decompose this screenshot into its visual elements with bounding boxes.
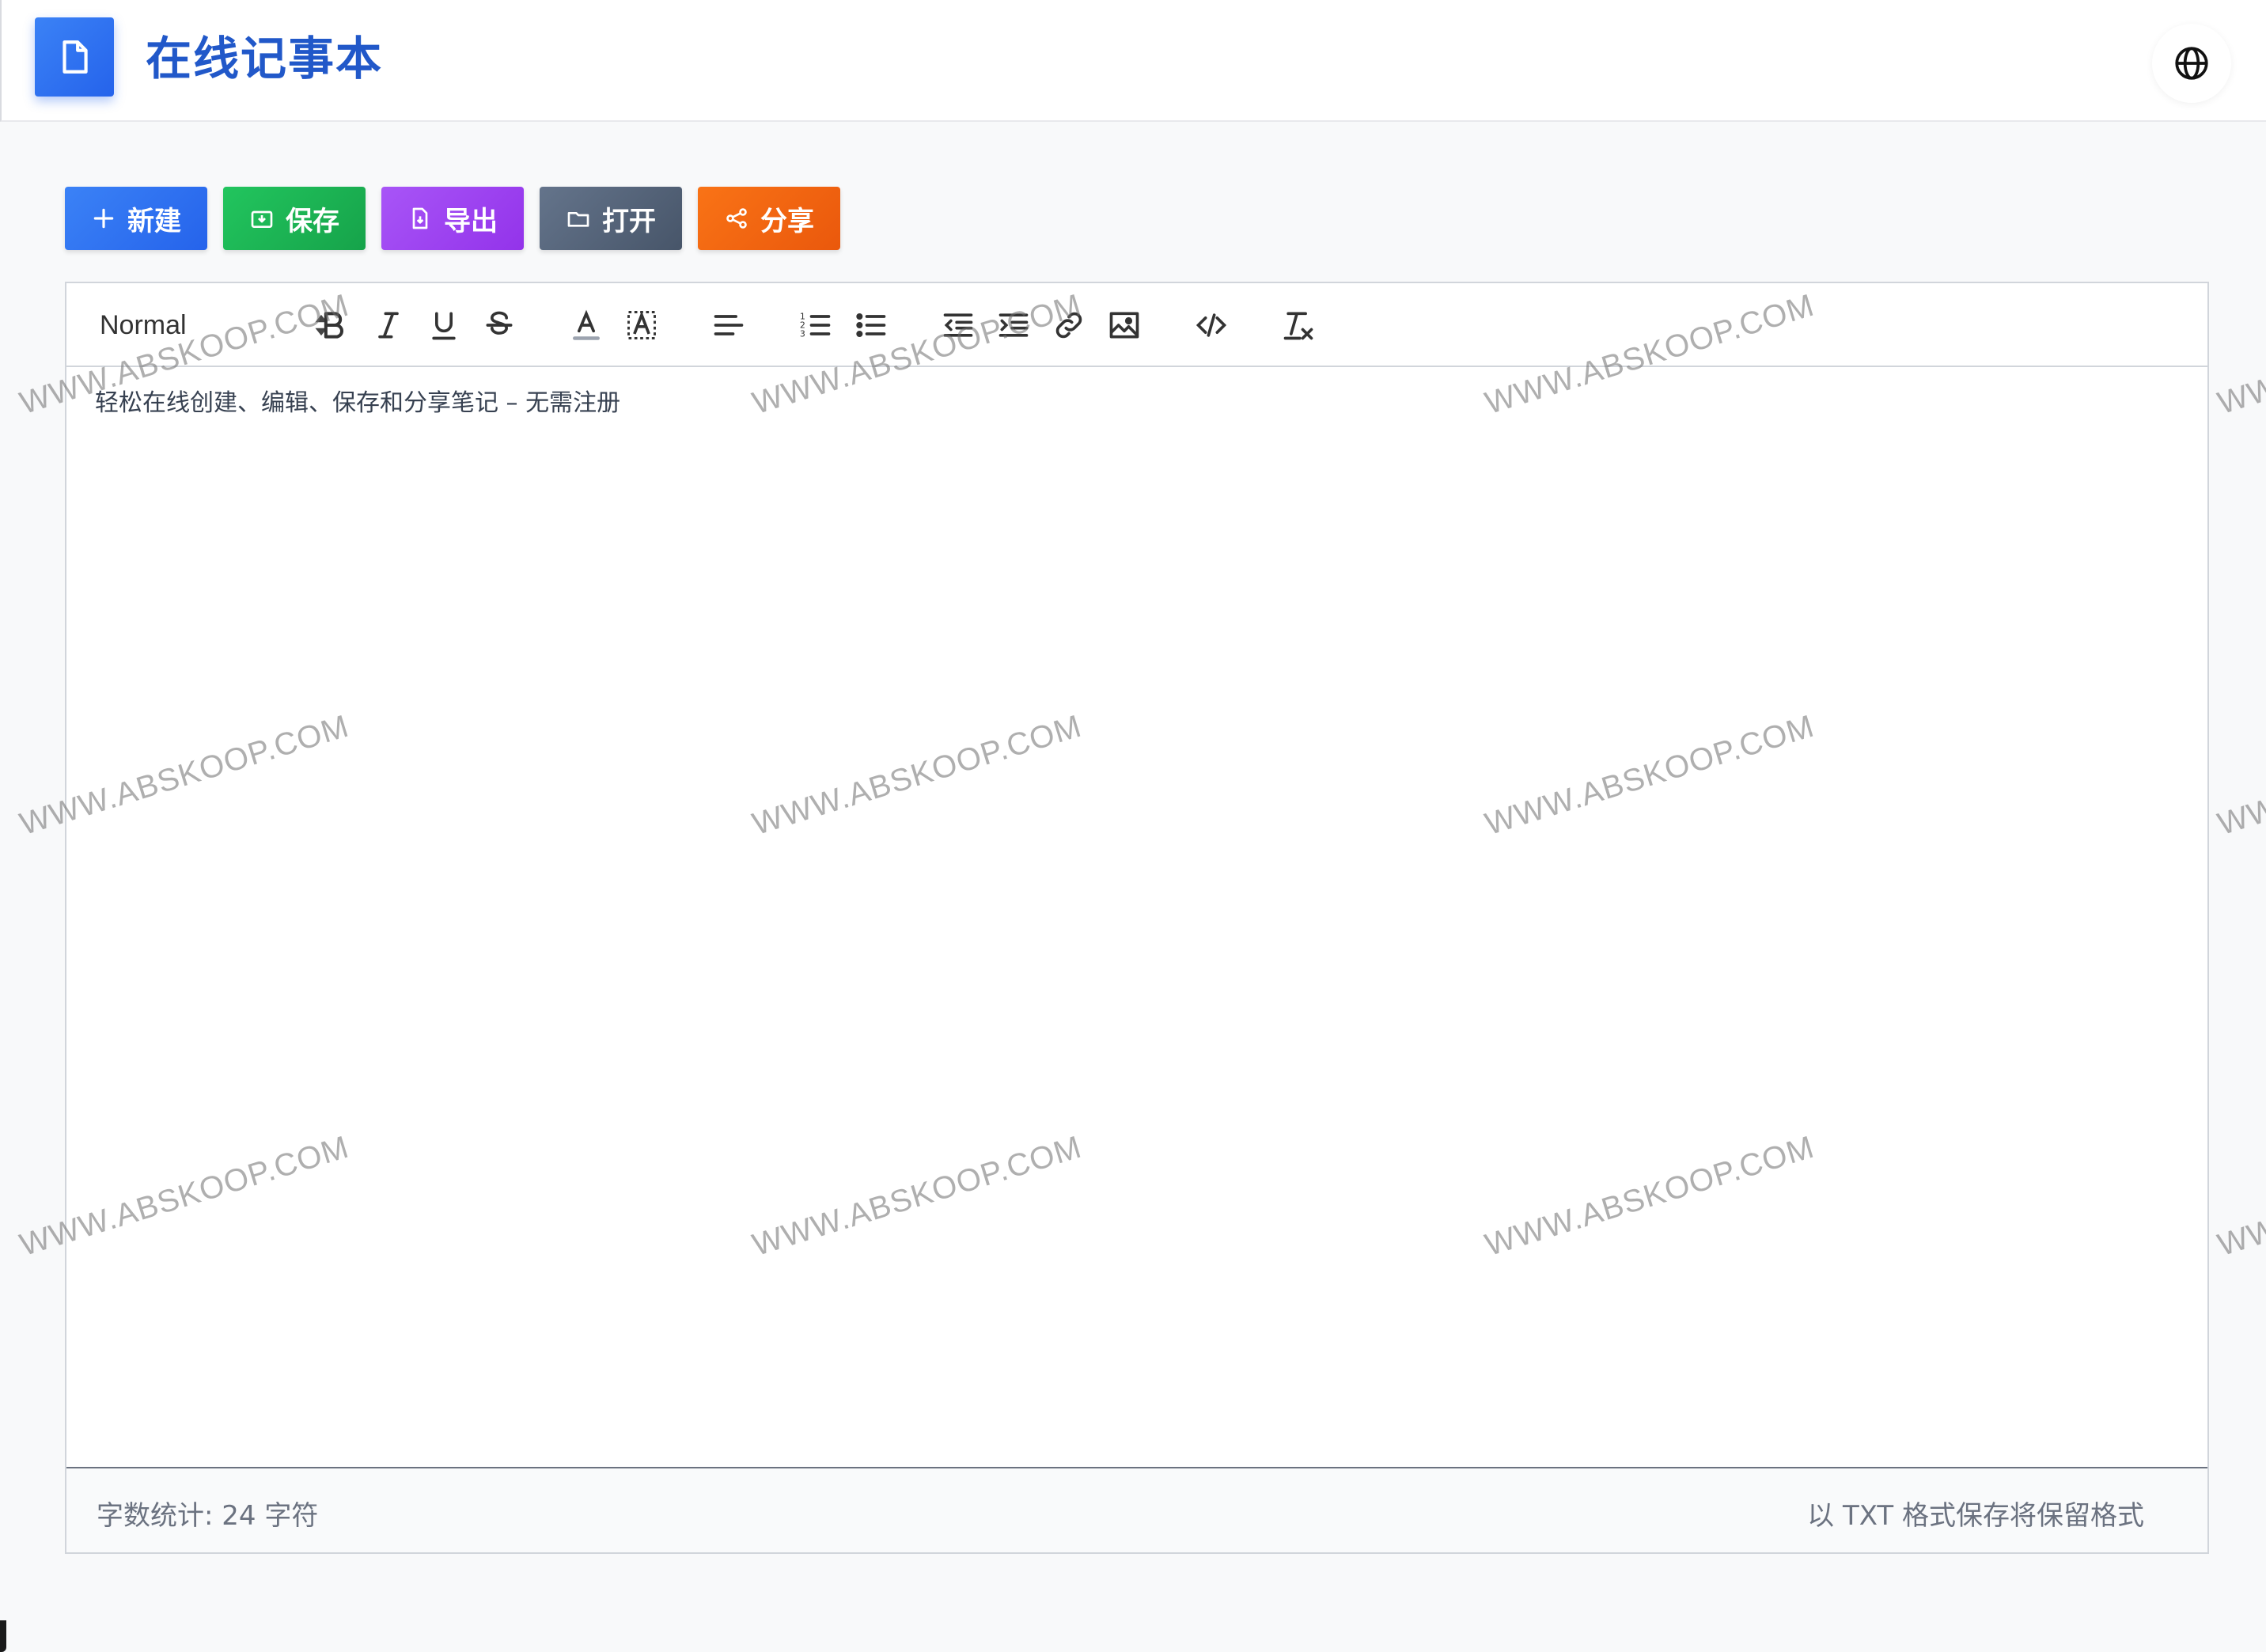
save-button-label: 保存 (286, 205, 339, 237)
align-button[interactable] (709, 305, 748, 345)
format-select[interactable]: Normal (100, 305, 337, 345)
editor-content[interactable]: 轻松在线创建、编辑、保存和分享笔记 – 无需注册 (95, 386, 2176, 1415)
link-button[interactable] (1049, 305, 1089, 345)
share-button[interactable]: 分享 (698, 187, 840, 250)
bullet-list-icon (856, 313, 886, 338)
window-edge (0, 1620, 6, 1652)
bold-button[interactable] (313, 305, 353, 345)
export-button-label: 导出 (444, 205, 498, 237)
open-button-label: 打开 (602, 205, 656, 237)
action-bar: 新建 保存 导出 打开 分享 (65, 187, 840, 250)
ordered-list-button[interactable]: 123 (796, 305, 836, 345)
strike-button[interactable] (479, 305, 519, 345)
export-icon (412, 207, 428, 229)
svg-text:3: 3 (800, 329, 805, 339)
document-icon (63, 40, 88, 74)
indent-button[interactable] (994, 305, 1033, 345)
watermark-text: WWW.ABSKOOP.COM (2214, 708, 2266, 843)
strike-icon (486, 311, 513, 335)
outdent-icon (943, 313, 973, 337)
save-button[interactable]: 保存 (223, 187, 366, 250)
bold-icon (324, 312, 343, 339)
highlight-button[interactable] (622, 305, 661, 345)
align-icon (714, 315, 744, 335)
text-color-button[interactable] (566, 305, 606, 345)
export-button[interactable]: 导出 (381, 187, 524, 250)
new-button-label: 新建 (127, 205, 181, 237)
link-icon (1055, 312, 1082, 339)
app-title: 在线记事本 (146, 32, 384, 85)
highlight-icon (627, 311, 656, 339)
underline-icon (432, 312, 456, 340)
code-icon (1196, 313, 1227, 337)
image-icon (1109, 312, 1139, 339)
plus-icon (93, 208, 114, 229)
format-select-value: Normal (100, 309, 187, 340)
editor-toolbar: Normal 123 (66, 283, 2207, 367)
download-icon (251, 210, 273, 228)
indent-icon (998, 313, 1029, 337)
watermark-text: WWW.ABSKOOP.COM (2214, 1129, 2266, 1264)
bullet-list-button[interactable] (851, 305, 891, 345)
editor-text: 轻松在线创建、编辑、保存和分享笔记 – 无需注册 (95, 389, 621, 417)
ordered-list-icon: 123 (800, 312, 831, 339)
language-button[interactable] (2152, 24, 2231, 103)
text-color-icon (573, 309, 600, 340)
format-hint: 以 TXT 格式保存将保留格式 (1807, 1500, 2144, 1532)
word-count: 字数统计: 24 字符 (97, 1500, 319, 1532)
code-button[interactable] (1192, 305, 1231, 345)
new-button[interactable]: 新建 (65, 187, 207, 250)
clear-format-icon (1283, 312, 1313, 340)
underline-button[interactable] (424, 305, 464, 345)
share-button-label: 分享 (760, 205, 814, 237)
share-icon (726, 208, 747, 229)
editor: Normal 123 轻松在线创建、编辑、保存和分享笔记 – 无需注册 字数统计… (65, 282, 2209, 1554)
image-button[interactable] (1105, 305, 1144, 345)
folder-icon (567, 212, 589, 227)
app-logo (35, 17, 114, 97)
italic-icon (378, 312, 399, 339)
clear-format-button[interactable] (1279, 305, 1318, 345)
outdent-button[interactable] (938, 305, 978, 345)
watermark-text: WWW.ABSKOOP.COM (2214, 287, 2266, 422)
italic-button[interactable] (369, 305, 408, 345)
editor-footer: 字数统计: 24 字符 以 TXT 格式保存将保留格式 (66, 1467, 2207, 1552)
globe-icon (2175, 47, 2208, 80)
app-header: 在线记事本 (0, 0, 2266, 122)
open-button[interactable]: 打开 (540, 187, 682, 250)
